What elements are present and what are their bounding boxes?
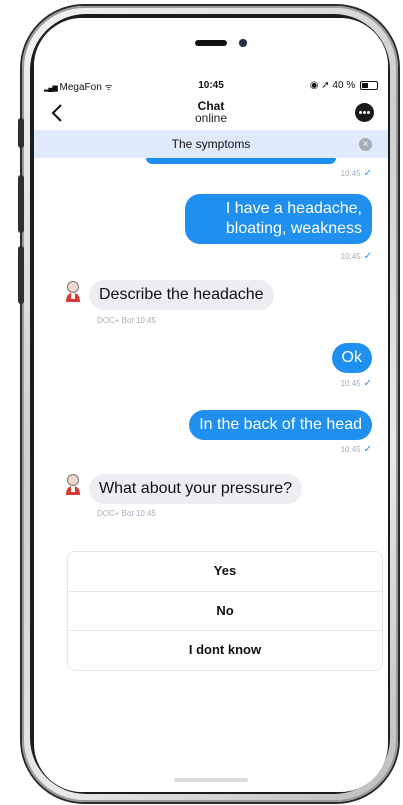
mute-switch <box>18 118 24 148</box>
check-icon: ✓ <box>363 251 372 262</box>
outgoing-message[interactable]: I have a headache, bloating, weakness <box>185 194 372 244</box>
battery-icon <box>360 80 378 90</box>
message-time: 10:45 <box>340 169 361 178</box>
incoming-message[interactable]: Describe the headache <box>89 280 274 310</box>
message-time: 10:45 <box>135 509 156 518</box>
option-yes-button[interactable]: Yes <box>68 552 382 590</box>
outgoing-message[interactable]: In the back of the head <box>189 410 372 440</box>
more-icon[interactable] <box>355 103 374 122</box>
battery-label: 40 % <box>332 80 356 91</box>
check-icon: ✓ <box>363 444 372 455</box>
message-sender: DOC+ Bot <box>97 509 134 518</box>
status-bar: ▂▄▆ MegaFon ᯤ 10:45 ◉ ➚ 40 % <box>44 80 378 94</box>
incoming-message[interactable]: What about your pressure? <box>89 474 302 504</box>
message-meta: 10:45 ✓ <box>341 378 372 389</box>
message-text: Ok <box>341 349 362 366</box>
speaker-grille <box>195 40 227 46</box>
message-text: I have a headache, bloating, weakness <box>225 200 362 237</box>
top-bezel <box>34 18 388 80</box>
message-time: 10:45 <box>340 379 361 388</box>
front-camera <box>239 39 247 47</box>
option-dont-know-button[interactable]: I dont know <box>68 630 382 669</box>
quick-reply-options: Yes No I dont know <box>67 551 383 671</box>
close-icon[interactable]: × <box>359 138 372 151</box>
message-meta: DOC+ Bot 10:45 <box>97 509 156 518</box>
message-meta: 10:45 ✓ <box>341 251 372 262</box>
location-icon: ◉ <box>309 80 319 91</box>
previous-message-bubble <box>146 158 336 164</box>
topic-label: The symptoms <box>171 137 251 151</box>
doctor-bot-icon <box>66 281 80 302</box>
topic-banner[interactable]: The symptoms × <box>34 130 388 158</box>
doctor-bot-icon <box>66 474 80 495</box>
message-time: 10:45 <box>340 252 361 261</box>
message-time: 10:45 <box>340 445 361 454</box>
message-text: What about your pressure? <box>99 480 292 497</box>
screen: ▂▄▆ MegaFon ᯤ 10:45 ◉ ➚ 40 % Chat online… <box>34 18 388 792</box>
message-time: 10:45 <box>135 316 156 325</box>
volume-down-button <box>18 246 24 304</box>
check-icon: ✓ <box>363 168 372 179</box>
home-indicator <box>174 778 248 782</box>
message-text: In the back of the head <box>199 416 362 433</box>
chat-status: online <box>194 111 228 125</box>
check-icon: ✓ <box>363 378 372 389</box>
message-meta: 10:45 ✓ <box>341 168 372 179</box>
alarm-icon: ➚ <box>321 80 330 91</box>
message-text: Describe the headache <box>99 286 264 303</box>
outgoing-message[interactable]: Ok <box>331 343 372 373</box>
option-no-button[interactable]: No <box>68 591 382 630</box>
message-meta: 10:45 ✓ <box>341 444 372 455</box>
volume-up-button <box>18 175 24 233</box>
status-right: ◉ ➚ 40 % <box>310 80 378 91</box>
message-sender: DOC+ Bot <box>97 316 134 325</box>
message-meta: DOC+ Bot 10:45 <box>97 316 156 325</box>
